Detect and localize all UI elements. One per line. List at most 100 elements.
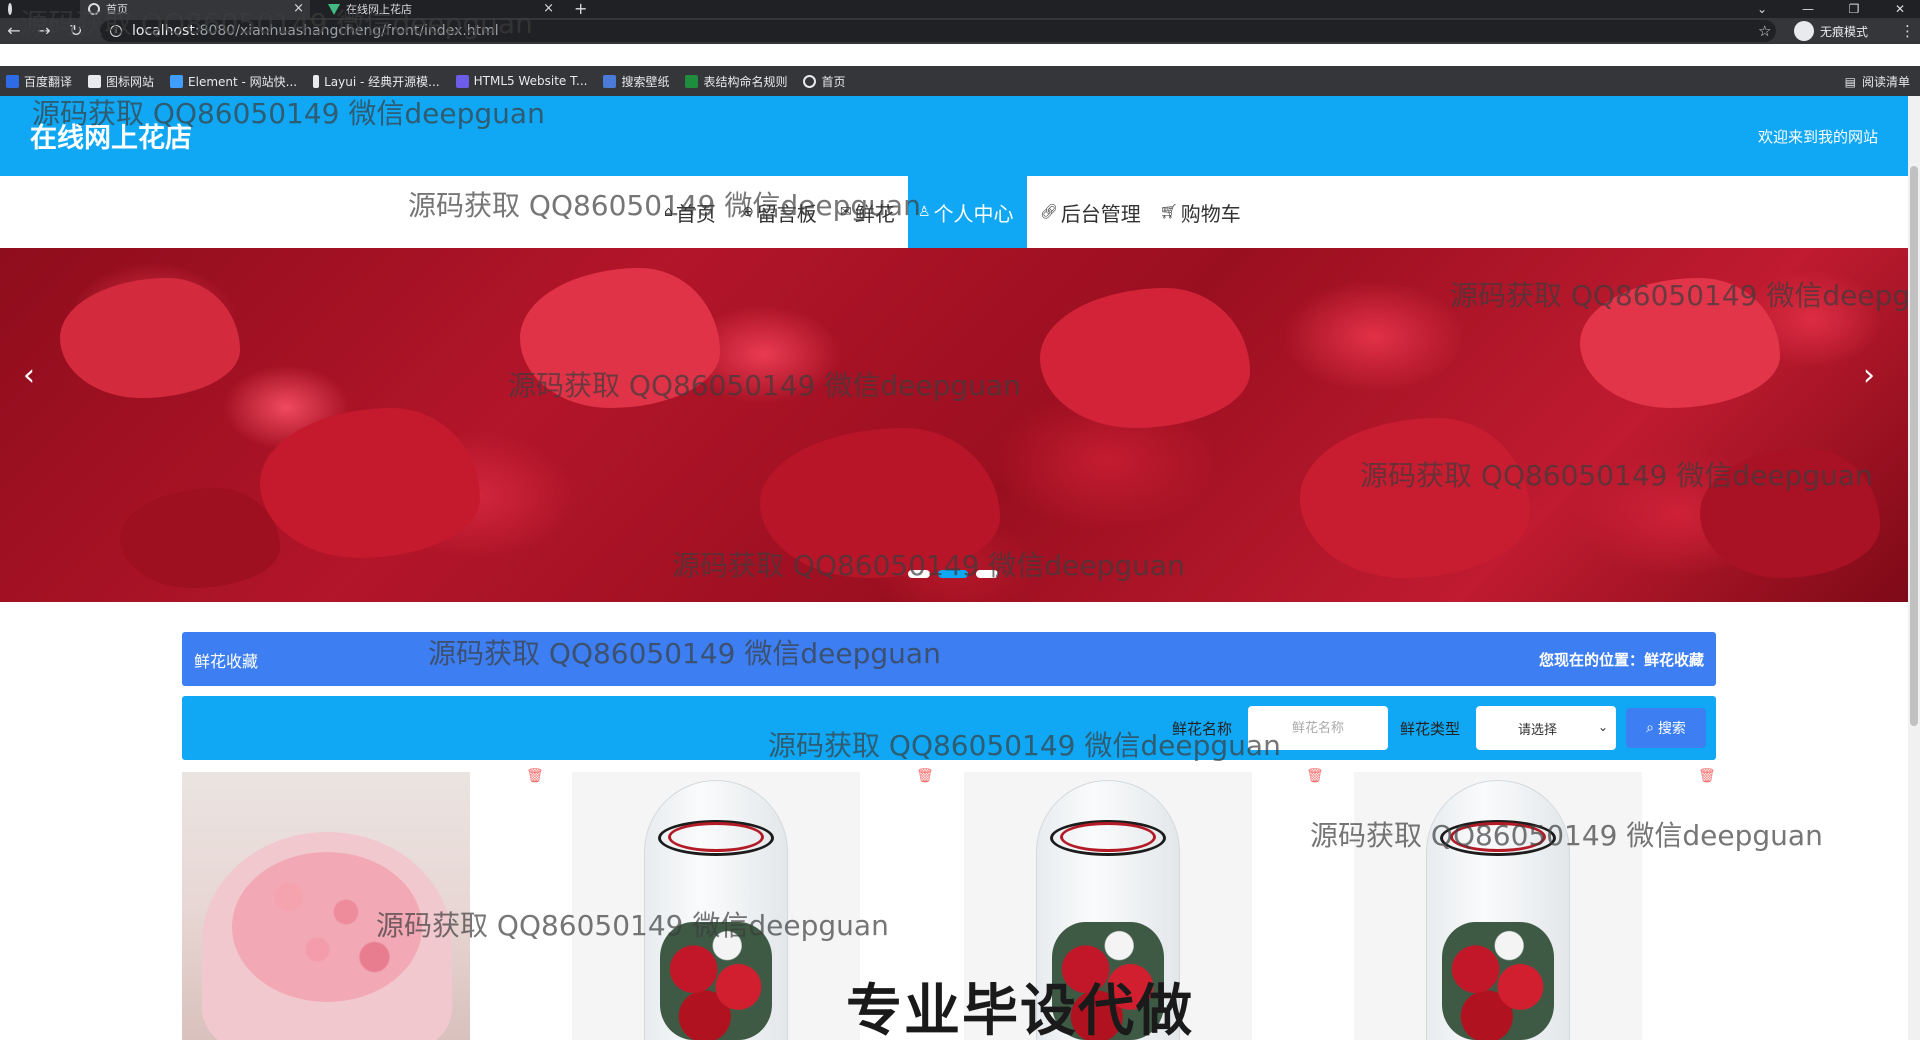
home-icon: ⌂ <box>664 204 673 220</box>
message-icon: ⊕ <box>742 204 754 220</box>
cart-icon: 🛒︎ <box>1160 204 1178 220</box>
ribbon <box>1450 822 1546 852</box>
rose-petal <box>1580 278 1780 408</box>
watermark-big: 专业毕设代做 <box>846 979 1194 1040</box>
red-roses <box>1442 922 1554 1040</box>
product-card-dome[interactable] <box>572 772 860 1040</box>
nav-profile[interactable]: ♙ 个人中心 <box>908 176 1027 248</box>
table-icon <box>685 74 699 88</box>
search-button-label: 搜索 <box>1657 721 1686 737</box>
rose-petal <box>120 488 280 588</box>
url-host: localhost <box>132 23 195 39</box>
reading-list-icon: ▤ <box>1844 74 1856 89</box>
bookmark-label: Element - 网站快... <box>188 74 298 89</box>
delete-icon[interactable]: 🗑︎ <box>526 768 544 784</box>
nav-message-board[interactable]: ⊕ 留言板 <box>732 176 827 248</box>
bookmark-label: 图标网站 <box>106 74 155 89</box>
bookmark-star-icon[interactable]: ☆ <box>1758 22 1771 40</box>
tab-home[interactable]: 首页 × <box>80 0 310 18</box>
incognito-indicator[interactable]: 无痕模式 <box>1794 21 1868 41</box>
section-header: 鲜花收藏 您现在的位置：鲜花收藏 <box>182 632 1716 686</box>
wallpaper-icon <box>603 74 617 88</box>
link-icon: 🔗︎ <box>1040 204 1058 220</box>
info-icon[interactable]: i <box>110 25 122 37</box>
chevron-down-icon: ⌄ <box>1597 720 1608 734</box>
close-tab-icon[interactable]: × <box>293 1 304 16</box>
flower-type-label: 鲜花类型 <box>1400 720 1461 738</box>
nav-cart[interactable]: 🛒︎ 购物车 <box>1150 176 1251 248</box>
nav-flowers[interactable]: ✉ 鲜花 <box>830 176 905 248</box>
bookmark-item[interactable]: Element - 网站快... <box>170 73 297 90</box>
reload-icon[interactable]: ↻ <box>66 22 86 40</box>
carousel-dot[interactable] <box>976 570 998 578</box>
product-card-dome[interactable] <box>1354 772 1642 1040</box>
restore-button[interactable]: ❐ <box>1834 0 1874 18</box>
nav-flowers-label: 鲜花 <box>854 201 895 226</box>
search-bar: 鲜花名称 鲜花类型 请选择 ⌄ ⌕ 搜索 <box>182 696 1716 760</box>
page-scrollbar[interactable] <box>1908 96 1920 1040</box>
address-bar[interactable]: i localhost:8080/xianhuashangcheng/front… <box>100 20 1776 42</box>
carousel-dot[interactable] <box>908 570 930 578</box>
carousel-dot-active[interactable] <box>938 570 968 578</box>
scrollbar-thumb[interactable] <box>1910 166 1918 726</box>
bookmark-item[interactable]: 搜索壁纸 <box>603 73 669 90</box>
globe-icon <box>88 3 100 15</box>
user-icon: ♙ <box>918 204 931 220</box>
nav-admin-label: 后台管理 <box>1060 201 1141 226</box>
nav-home-label: 首页 <box>675 201 716 226</box>
new-tab-button[interactable]: + <box>574 0 587 18</box>
reading-list[interactable]: ▤ 阅读清单 <box>1845 73 1910 90</box>
banner-carousel[interactable]: ‹ › <box>0 248 1908 602</box>
nav-board-label: 留言板 <box>756 201 817 226</box>
ribbon <box>668 822 764 852</box>
bookmarks-bar: 百度翻译 图标网站 Element - 网站快... Layui - 经典开源模… <box>0 66 1920 96</box>
bookmark-label: 首页 <box>821 74 846 89</box>
search-button[interactable]: ⌕ 搜索 <box>1626 708 1706 748</box>
bookmark-label: HTML5 Website T... <box>473 74 588 88</box>
bookmark-item[interactable]: 图标网站 <box>88 73 154 90</box>
nav-profile-label: 个人中心 <box>933 201 1014 226</box>
tab-search-chevron-icon[interactable]: ⌄ <box>1742 0 1782 18</box>
bookmark-item[interactable]: HTML5 Website T... <box>455 74 588 88</box>
bookmark-item[interactable]: 表结构命名规则 <box>685 73 787 90</box>
breadcrumb: 您现在的位置：鲜花收藏 <box>1538 651 1704 669</box>
red-roses <box>660 922 772 1040</box>
globe-icon <box>8 3 12 15</box>
delete-icon[interactable]: 🗑︎ <box>916 768 934 784</box>
flag-icon <box>88 74 102 88</box>
flower-name-input[interactable] <box>1248 706 1388 750</box>
flower-type-value: 请选择 <box>1518 722 1558 738</box>
nav-admin[interactable]: 🔗︎ 后台管理 <box>1030 176 1151 248</box>
delete-icon[interactable]: 🗑︎ <box>1306 768 1324 784</box>
forward-arrow-icon[interactable]: → <box>34 22 54 40</box>
bookmark-item[interactable]: Layui - 经典开源模... <box>313 73 440 90</box>
browser-tab-bar: 首页 × 在线网上花店 × + ⌄ — ❐ ✕ <box>0 0 1920 18</box>
incognito-label: 无痕模式 <box>1820 24 1869 39</box>
main-nav: ⌂ 首页 ⊕ 留言板 ✉ 鲜花 ♙ 个人中心 🔗︎ 后台管理 🛒︎ 购物车 <box>0 176 1908 248</box>
incognito-icon <box>1794 21 1814 41</box>
layui-icon <box>313 74 320 88</box>
tab-sheets[interactable] <box>44 0 60 18</box>
nav-home[interactable]: ⌂ 首页 <box>654 176 726 248</box>
rose-petal <box>1700 448 1880 578</box>
carousel-prev-icon[interactable]: ‹ <box>14 358 44 393</box>
close-tab-icon[interactable]: × <box>543 1 554 16</box>
menu-kebab-icon[interactable]: ⋮ <box>1900 22 1915 40</box>
minimize-button[interactable]: — <box>1788 0 1828 18</box>
rose-petal <box>760 428 1000 578</box>
back-arrow-icon[interactable]: ← <box>4 22 24 40</box>
tab-flower-shop[interactable]: 在线网上花店 × <box>320 0 560 18</box>
delete-icon[interactable]: 🗑︎ <box>1698 768 1716 784</box>
flower-type-select[interactable]: 请选择 ⌄ <box>1476 706 1616 750</box>
close-window-button[interactable]: ✕ <box>1880 0 1920 18</box>
tab-label: 首页 <box>106 3 128 16</box>
product-card-bouquet[interactable] <box>182 772 470 1040</box>
carousel-next-icon[interactable]: › <box>1854 358 1884 393</box>
bookmark-item[interactable]: 百度翻译 <box>6 73 72 90</box>
bookmark-label: Layui - 经典开源模... <box>324 74 440 89</box>
bookmark-item[interactable]: 首页 <box>803 73 846 90</box>
tab-pinned[interactable] <box>0 0 20 18</box>
html5-icon <box>455 74 469 88</box>
welcome-text: 欢迎来到我的网站 <box>1757 128 1878 146</box>
rose-petal <box>1040 288 1250 428</box>
